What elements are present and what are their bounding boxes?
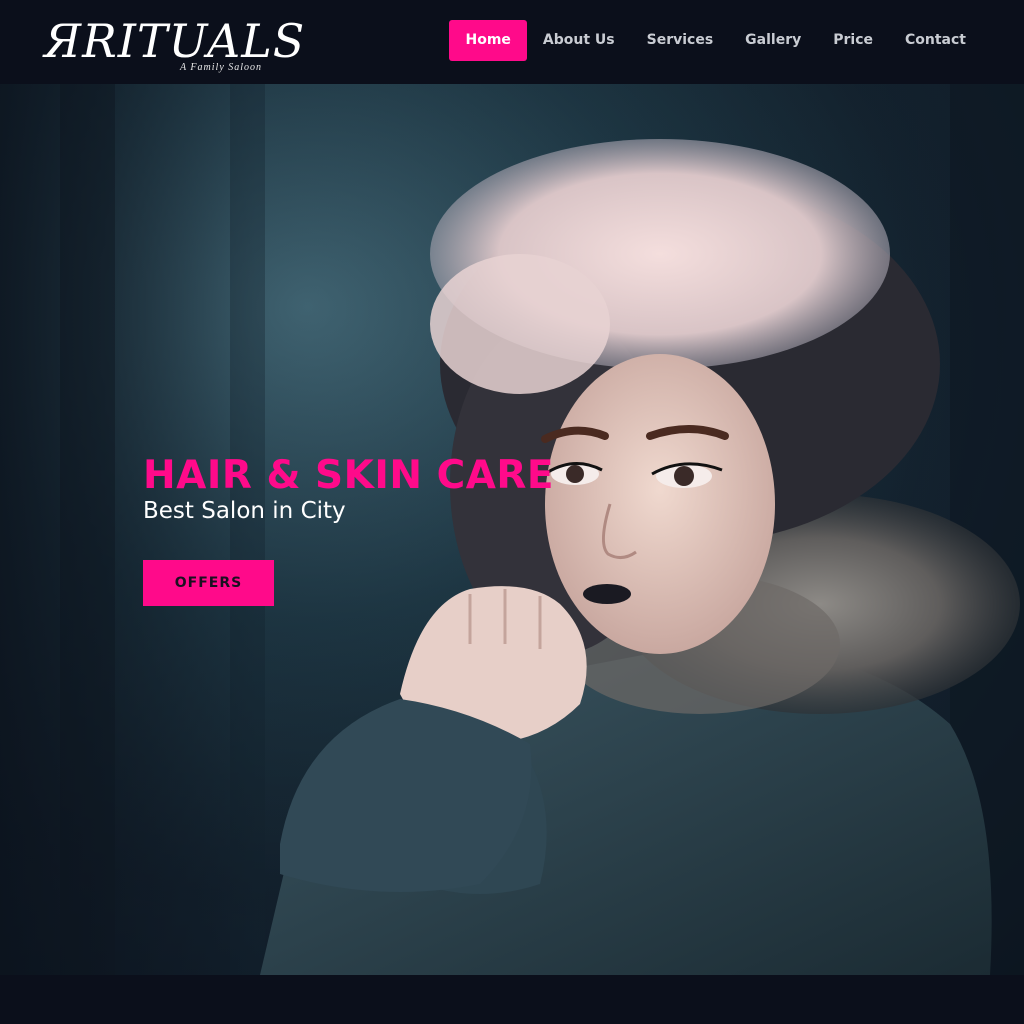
nav-item-contact[interactable]: Contact bbox=[889, 20, 982, 61]
nav-item-gallery[interactable]: Gallery bbox=[729, 20, 817, 61]
bottom-band bbox=[0, 975, 1024, 1024]
nav-item-services[interactable]: Services bbox=[631, 20, 730, 61]
site-header: ЯRITUALS A Family Saloon Home About Us S… bbox=[0, 0, 1024, 84]
hero-banner: HAIR & SKIN CARE Best Salon in City OFFE… bbox=[0, 84, 1024, 975]
hero-title: HAIR & SKIN CARE bbox=[143, 453, 555, 498]
brand-logo[interactable]: ЯRITUALS A Family Saloon bbox=[44, 14, 304, 74]
nav-item-about-us[interactable]: About Us bbox=[527, 20, 631, 61]
nav-item-home[interactable]: Home bbox=[449, 20, 527, 61]
nav-item-price[interactable]: Price bbox=[817, 20, 889, 61]
page: ЯRITUALS A Family Saloon Home About Us S… bbox=[0, 0, 1024, 1024]
hero-photo bbox=[0, 84, 1024, 975]
hero-text-block: HAIR & SKIN CARE Best Salon in City bbox=[143, 452, 554, 526]
brand-name: ЯRITUALS bbox=[44, 14, 306, 68]
main-nav: Home About Us Services Gallery Price Con… bbox=[449, 20, 982, 61]
hero-subtitle: Best Salon in City bbox=[143, 498, 346, 524]
offers-button[interactable]: OFFERS bbox=[143, 560, 274, 606]
brand-tagline: A Family Saloon bbox=[180, 62, 263, 73]
